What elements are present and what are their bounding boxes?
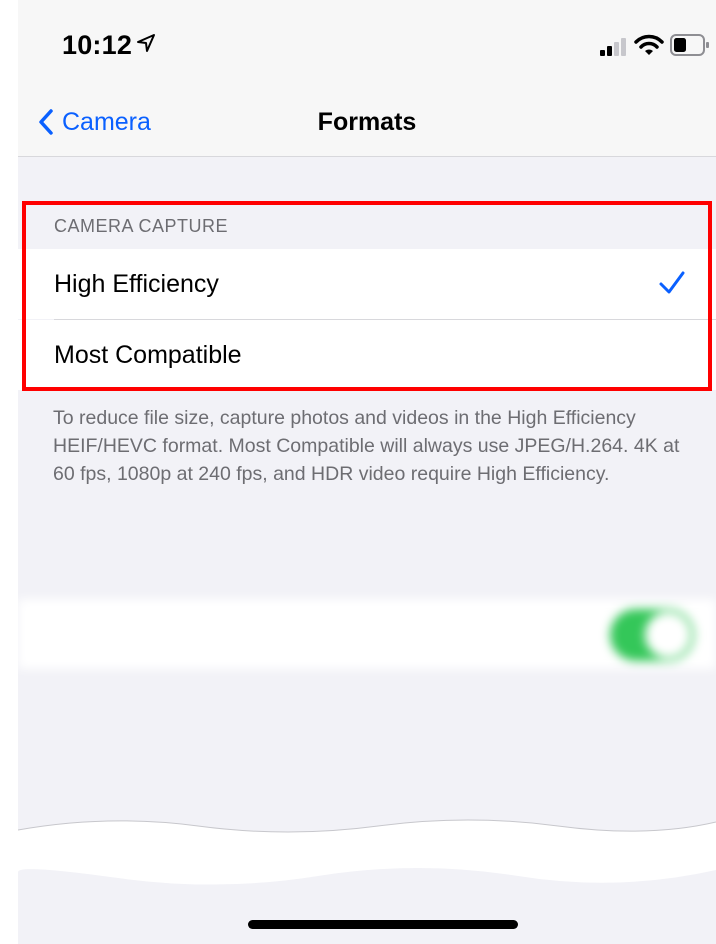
blurred-row-label	[48, 621, 55, 649]
blurred-section-header	[48, 565, 53, 585]
settings-screen: 10:12 Camera Formats CAMERA CAPTURE High…	[18, 0, 716, 944]
status-bar: 10:12	[18, 0, 716, 90]
option-high-efficiency[interactable]: High Efficiency	[18, 249, 716, 319]
option-label: High Efficiency	[54, 270, 219, 298]
page-title: Formats	[317, 108, 417, 136]
wifi-icon	[634, 34, 664, 55]
home-indicator[interactable]	[248, 920, 518, 929]
toggle-knob	[645, 612, 691, 658]
section-header-camera-capture: CAMERA CAPTURE	[18, 202, 716, 248]
section-header-label: CAMERA CAPTURE	[54, 216, 229, 236]
section-footer-text: To reduce file size, capture photos and …	[53, 407, 680, 485]
checkmark-icon	[659, 271, 685, 294]
location-arrow-icon	[137, 34, 155, 52]
navigation-bar: Camera Formats	[18, 90, 716, 157]
torn-edge-divider	[18, 819, 716, 885]
option-most-compatible[interactable]: Most Compatible	[18, 320, 716, 390]
battery-icon	[670, 34, 709, 56]
toggle-switch	[610, 609, 694, 661]
blurred-content	[18, 555, 716, 815]
status-time: 10:12	[62, 30, 133, 60]
option-label: Most Compatible	[54, 341, 242, 369]
cellular-signal-icon	[600, 38, 626, 56]
blurred-footer-text	[48, 683, 688, 711]
blurred-setting-row	[18, 599, 716, 669]
